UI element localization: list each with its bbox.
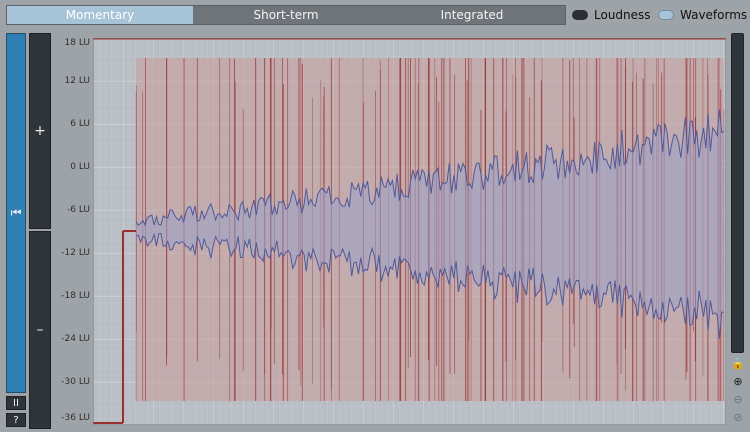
loudness-plot[interactable] (93, 38, 726, 425)
zoom-in-icon[interactable]: ⊕ (730, 374, 746, 388)
tab-integrated[interactable]: Integrated (379, 6, 565, 24)
waveforms-legend-icon (658, 10, 674, 20)
lock-icon[interactable]: 🔒 (730, 356, 746, 370)
tab-momentary[interactable]: Momentary (7, 6, 193, 24)
y-tick-label: -36 LU (61, 413, 90, 423)
playhead-slider[interactable]: ⏮ (6, 33, 26, 393)
toggle-waveforms[interactable]: Waveforms (658, 7, 747, 23)
y-tick-label: -24 LU (61, 334, 90, 344)
y-tick-label: -12 LU (61, 248, 90, 258)
y-tick-label: 12 LU (64, 76, 90, 86)
y-tick-label: 0 LU (70, 162, 90, 172)
tab-short-term[interactable]: Short-term (193, 6, 379, 24)
toggle-waveforms-label: Waveforms (680, 8, 748, 22)
zoom-in-button[interactable]: + (29, 33, 51, 229)
loudness-plot-svg (93, 38, 726, 425)
help-button[interactable]: ? (6, 413, 26, 427)
tab-group: Momentary Short-term Integrated (6, 5, 566, 25)
y-tick-label: -30 LU (61, 377, 90, 387)
vertical-zoom-controls: + – (29, 33, 51, 429)
zoom-out-icon: ⊖ (733, 392, 743, 406)
y-axis-labels: 18 LU 12 LU 6 LU 0 LU -6 LU -12 LU -18 L… (54, 38, 90, 425)
loudness-legend-icon (572, 10, 588, 20)
horizontal-zoom-scrollbar[interactable] (731, 33, 744, 353)
y-tick-label: -18 LU (61, 291, 90, 301)
pause-button[interactable]: II (6, 396, 26, 410)
play-icon: ⏮ (10, 205, 22, 220)
reset-icon: ⊘ (733, 410, 743, 424)
toggle-loudness-label: Loudness (594, 8, 651, 22)
toggle-loudness[interactable]: Loudness (572, 7, 651, 23)
zoom-out-button[interactable]: – (29, 231, 51, 429)
y-tick-label: -6 LU (67, 205, 90, 215)
top-bar: Momentary Short-term Integrated Loudness… (0, 0, 750, 30)
y-tick-label: 18 LU (64, 38, 90, 48)
y-tick-label: 6 LU (70, 119, 90, 129)
